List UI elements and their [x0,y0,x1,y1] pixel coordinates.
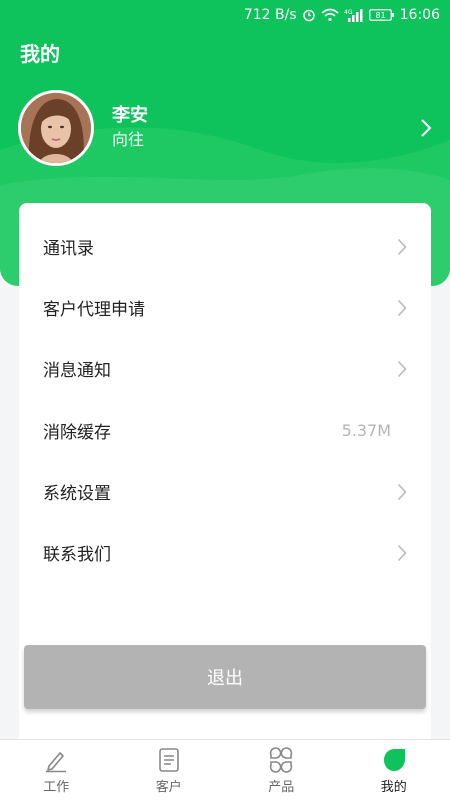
menu-item-label: 消除缓存 [43,423,111,443]
menu-item-label: 联系我们 [43,545,111,565]
pencil-icon [43,746,69,774]
menu-item-label: 消息通知 [43,361,111,381]
menu-item-clear-cache[interactable]: 消除缓存 5.37M [19,400,431,461]
alarm-icon [302,8,316,22]
settings-card: 通讯录 客户代理申请 消息通知 消除缓存 5.37M 系统设置 联系我们 退出 [19,203,431,763]
battery-level: 81 [375,11,385,20]
chevron-right-icon [397,299,407,322]
menu-item-system-settings[interactable]: 系统设置 [19,461,431,522]
tab-label: 客户 [155,780,182,795]
chevron-right-icon [397,544,407,567]
wifi-icon [321,8,339,22]
clock: 16:06 [399,7,440,23]
menu-item-contacts[interactable]: 通讯录 [19,216,431,277]
document-icon [156,746,182,774]
menu-item-label: 客户代理申请 [43,300,145,320]
status-bar: 712 B/s 4G 81 16:06 [0,0,450,30]
avatar[interactable] [18,90,94,166]
bottom-tab-bar: 工作 客户 产品 我的 [0,739,450,800]
cache-size: 5.37M [341,421,391,440]
tab-products[interactable]: 产品 [225,740,338,800]
tab-customers[interactable]: 客户 [113,740,226,800]
tab-work[interactable]: 工作 [0,740,113,800]
chevron-right-icon[interactable] [420,118,432,142]
user-subtitle: 向往 [112,130,145,149]
leaf-icon [381,746,407,774]
tab-label: 我的 [380,780,407,795]
logout-button[interactable]: 退出 [24,645,426,709]
page-title: 我的 [20,42,60,66]
tab-label: 工作 [43,780,70,795]
chevron-right-icon [397,360,407,383]
signal-icon: 4G [344,8,364,22]
menu-item-label: 通讯录 [43,239,94,259]
tab-mine[interactable]: 我的 [338,740,450,800]
menu-item-notifications[interactable]: 消息通知 [19,338,431,399]
grid-icon [268,746,294,774]
signal-type: 4G [344,9,353,16]
chevron-right-icon [397,238,407,261]
menu-item-agent-application[interactable]: 客户代理申请 [19,277,431,338]
user-name: 李安 [112,105,148,126]
menu-item-contact-us[interactable]: 联系我们 [19,522,431,583]
battery-icon: 81 [368,8,395,22]
profile-row[interactable]: 李安 向往 [18,90,438,166]
network-speed: 712 B/s [243,7,297,23]
menu-item-label: 系统设置 [43,484,111,504]
tab-label: 产品 [268,780,295,795]
chevron-right-icon [397,483,407,506]
